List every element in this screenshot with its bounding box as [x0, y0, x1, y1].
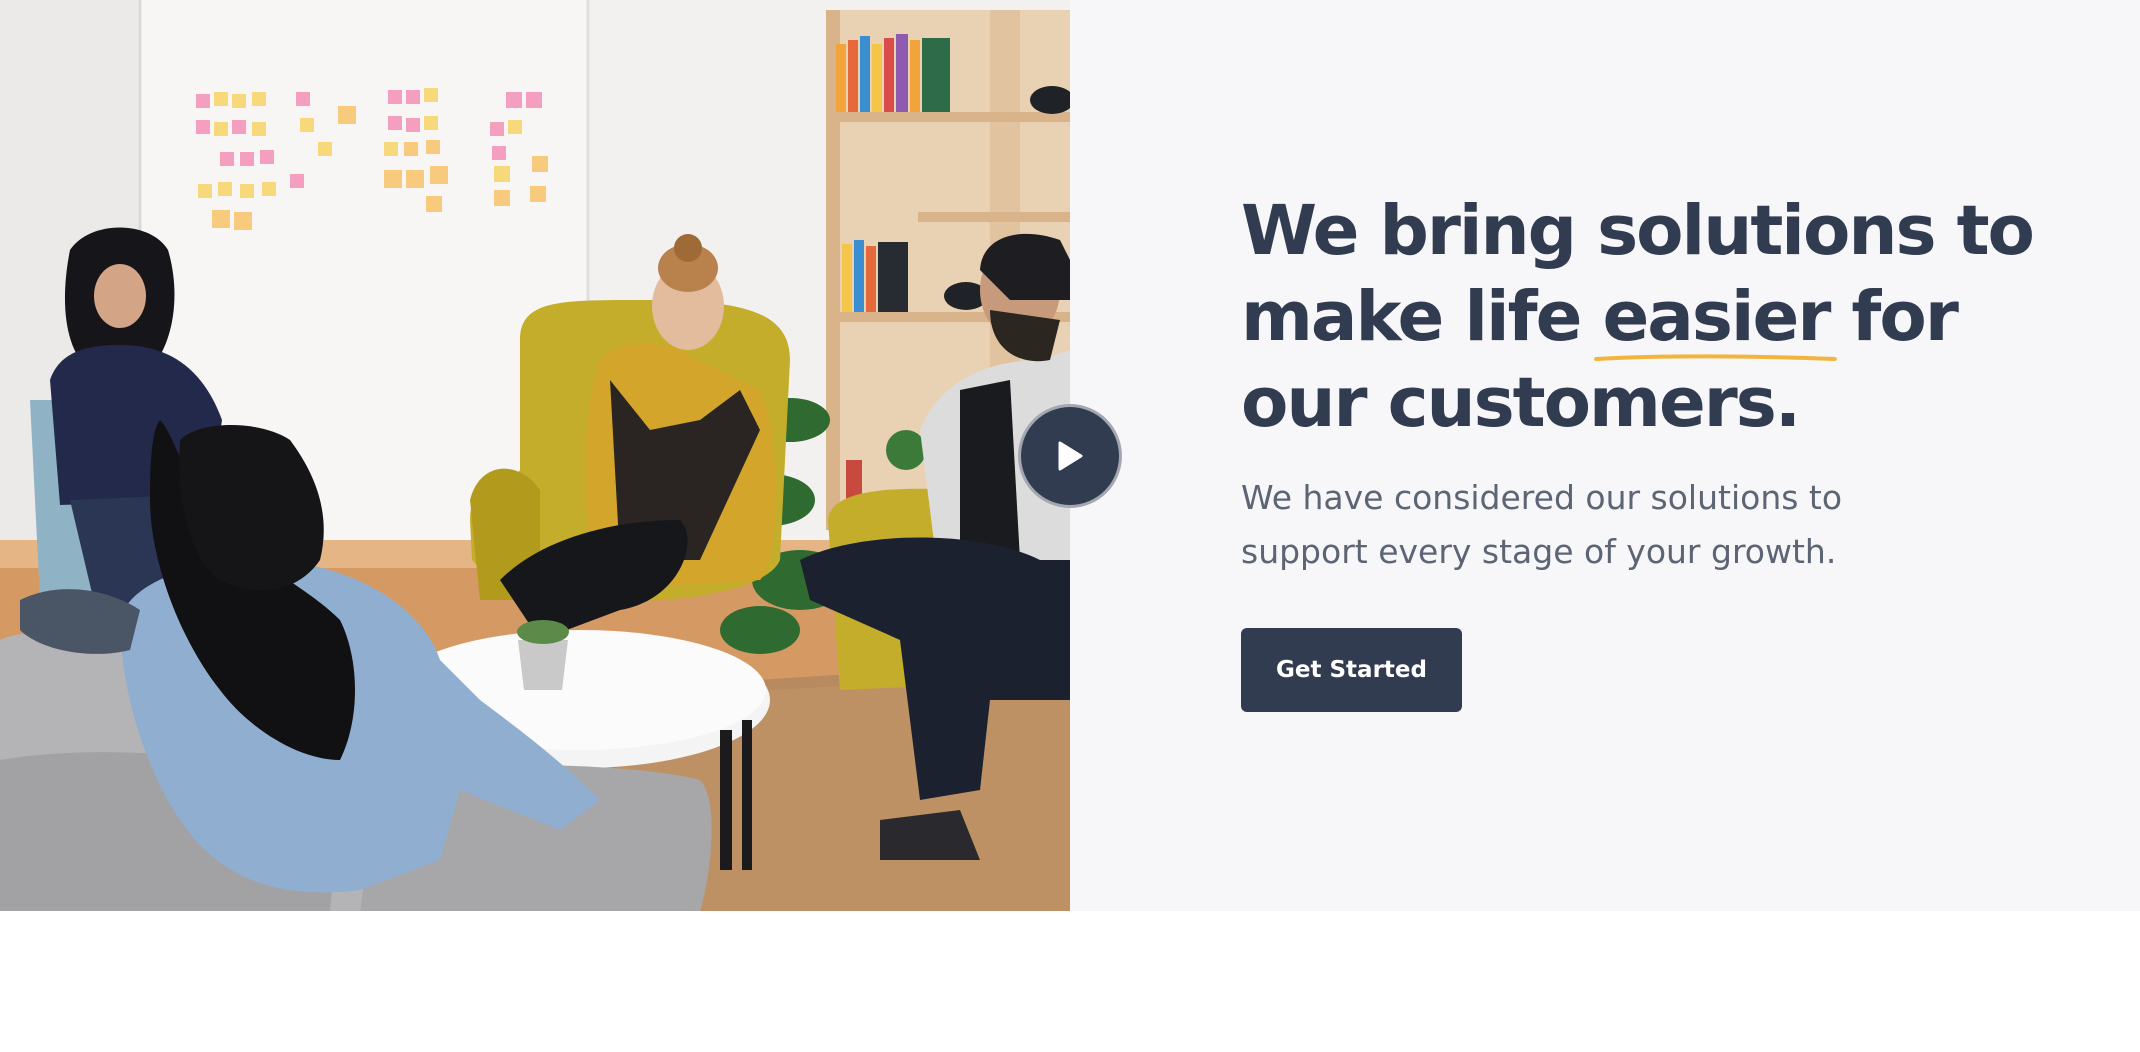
play-icon — [1058, 441, 1083, 471]
get-started-button[interactable]: Get Started — [1241, 628, 1462, 712]
team-meeting-image — [0, 0, 1070, 911]
headline-highlight-text: easier — [1602, 277, 1831, 357]
highlight-underline — [1594, 354, 1838, 361]
hero-headline: We bring solutions to make life easier f… — [1241, 188, 2061, 446]
hero-subtitle: We have considered our solutions to supp… — [1241, 478, 1843, 571]
hero-photo — [0, 0, 1070, 911]
hero-content: We bring solutions to make life easier f… — [1070, 0, 2140, 911]
play-video-button[interactable] — [1018, 404, 1122, 508]
headline-highlight: easier — [1594, 274, 1838, 361]
hero-section: We bring solutions to make life easier f… — [0, 0, 2140, 911]
